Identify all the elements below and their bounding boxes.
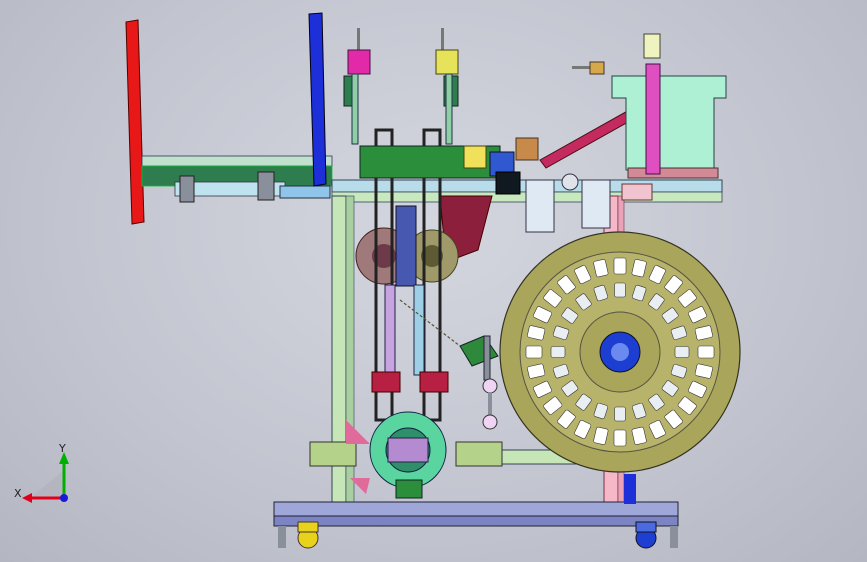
z-axis-dot (60, 494, 68, 502)
reel-slot (697, 345, 715, 359)
feed-conveyor (125, 19, 333, 225)
reel-slot (674, 346, 690, 358)
reel-slot (614, 406, 626, 422)
cad-viewport[interactable]: Y X (0, 0, 867, 562)
reel-slot (613, 257, 627, 275)
reel-slot (550, 346, 566, 358)
reel-slot (614, 282, 626, 298)
coordinate-triad: Y X (14, 442, 69, 503)
y-axis-label: Y (58, 442, 66, 455)
x-axis-label: X (14, 487, 22, 500)
reel-slot (525, 345, 543, 359)
reel-slot (613, 429, 627, 447)
take-up-reel (499, 231, 741, 473)
vibratory-bowl (572, 33, 727, 179)
machine-assembly (125, 12, 741, 549)
